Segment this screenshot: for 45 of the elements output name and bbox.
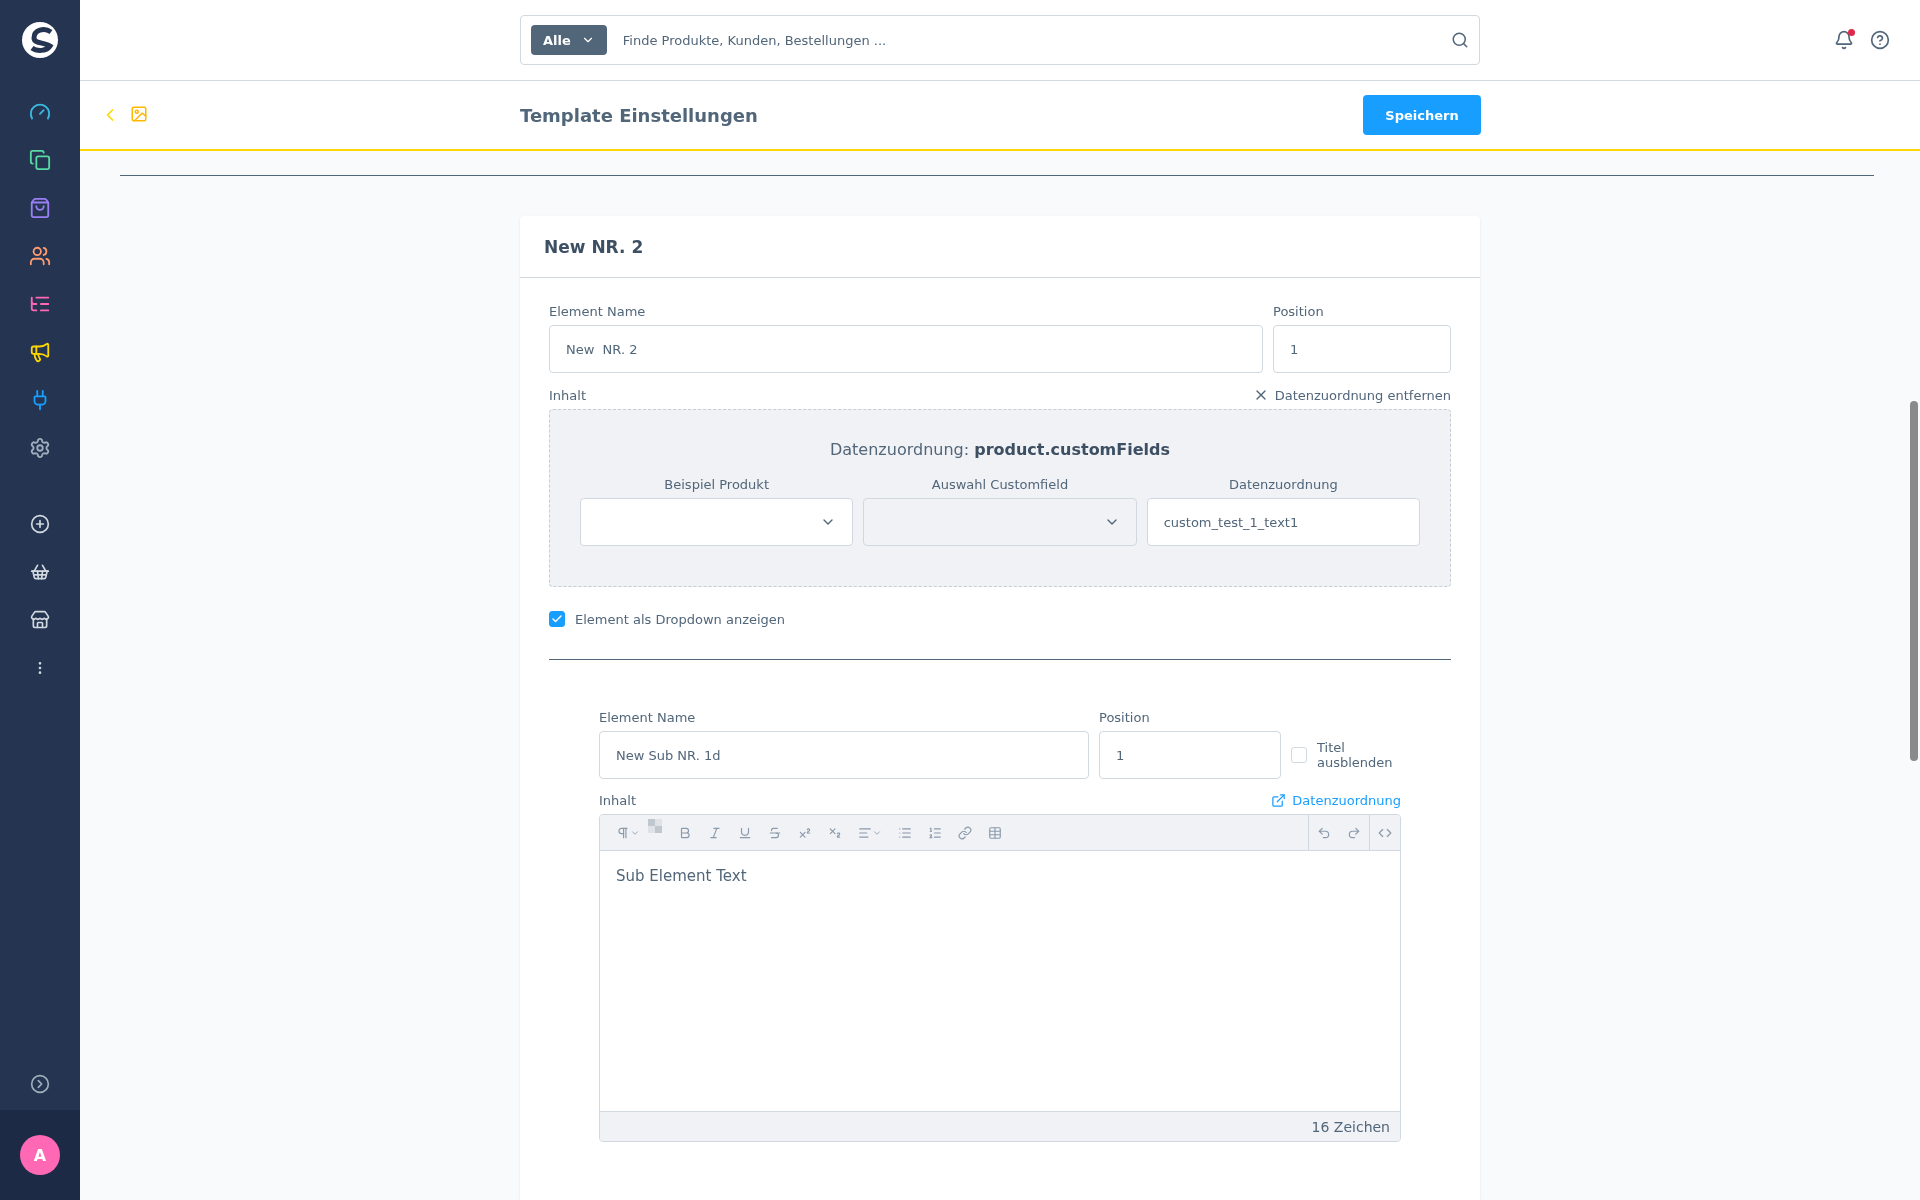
mapping-title: Datenzuordnung: product.customFields [829,440,1170,459]
settings-icon[interactable] [29,437,51,459]
users-icon[interactable] [29,245,51,267]
basket-icon[interactable] [30,562,50,582]
check-icon [551,613,563,625]
field-label: Position [1273,304,1325,319]
checkbox-label: Element als Dropdown anzeigen [575,611,786,627]
field-label: Inhalt [549,387,586,403]
search-icon[interactable] [1451,31,1469,49]
placeholder-image-icon [648,819,662,833]
search-field[interactable]: Alle Finde Produkte, Kunden, Bestellungen ... [520,15,1480,65]
field-label: Element Name [599,710,697,725]
field-label: Position [1099,710,1151,725]
element-name-input[interactable]: New NR. 2 [549,325,1263,373]
external-link-icon [1271,793,1287,808]
position-input[interactable]: 1 [1273,325,1451,373]
checkbox-label: Titel ausblenden [1317,740,1394,770]
position-input[interactable]: 1 [1099,731,1281,779]
image-icon[interactable] [130,105,148,123]
bag-icon[interactable] [29,197,51,219]
text-editor[interactable]: Sub Element Text 16 Zeichen [599,814,1401,1142]
expand-icon[interactable] [30,1074,50,1094]
field-label: Beispiel Produkt [663,477,770,492]
element-name-input[interactable]: New Sub NR. 1d [599,731,1089,779]
help-icon[interactable] [1870,30,1890,50]
bell-icon[interactable] [1834,30,1854,50]
mapping-input[interactable]: custom_test_1_text1 [1146,498,1420,546]
catalog-icon[interactable] [29,149,51,171]
plus-circle-icon[interactable] [30,514,50,534]
store-icon[interactable] [30,610,50,630]
field-label: Datenzuordnung [1228,477,1339,492]
logo-icon[interactable] [22,22,58,58]
checkbox[interactable] [549,611,565,627]
megaphone-icon[interactable] [29,341,51,363]
field-label: Auswahl Customfield [930,477,1070,492]
page-title: Template Einstellungen [520,104,759,126]
character-count: 16 Zeichen [1311,1118,1390,1135]
card-title: New NR. 2 [520,216,1480,278]
field-label: Inhalt [599,793,636,808]
remove-mapping-link[interactable]: Datenzuordnung entfernen [1252,387,1451,403]
scrollbar[interactable] [1910,401,1918,761]
editor-text: Sub Element Text [616,867,747,885]
field-label: Element Name [549,304,647,319]
scope-dropdown[interactable]: Alle [531,25,607,55]
select-field[interactable] [580,498,854,546]
